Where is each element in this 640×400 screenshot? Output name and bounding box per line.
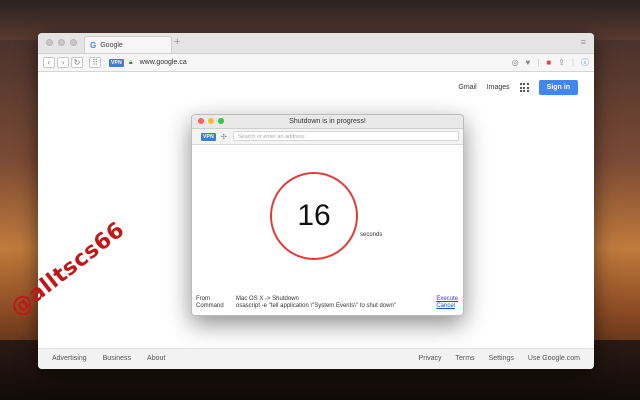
tab-menu-icon[interactable]: ≡ — [581, 37, 586, 47]
dialog-minimize-button[interactable] — [208, 118, 214, 124]
from-value: Mac OS X -> Shutdown — [236, 296, 299, 302]
footer-link-terms[interactable]: Terms — [456, 355, 475, 362]
tab-bar: G Google + ≡ — [38, 33, 594, 54]
footer-link-settings[interactable]: Settings — [489, 355, 514, 362]
footer-link-advertising[interactable]: Advertising — [52, 355, 87, 362]
window-controls — [46, 39, 77, 46]
apps-grid-icon[interactable] — [519, 83, 529, 92]
footer-link-use-google-com[interactable]: Use Google.com — [528, 355, 580, 362]
cancel-link[interactable]: Cancel — [436, 303, 458, 310]
minimize-window-button[interactable] — [58, 39, 65, 46]
dialog-close-button[interactable] — [198, 118, 204, 124]
tab-google[interactable]: G Google — [84, 36, 172, 53]
dialog-title: Shutdown is in progress! — [289, 118, 366, 125]
share-icon[interactable]: ⇪ — [558, 58, 565, 67]
heart-icon[interactable]: ♥ — [526, 58, 531, 67]
download-icon[interactable]: ⓘ — [581, 57, 589, 68]
vpn-badge[interactable]: VPN — [109, 58, 124, 67]
shield-icon[interactable]: ◎ — [512, 58, 519, 67]
pocket-icon[interactable]: ■ — [546, 58, 551, 67]
info-labels: From Command — [196, 296, 224, 310]
images-link[interactable]: Images — [487, 84, 510, 91]
toolbar-icons: ◎ ♥ | ■ ⇪ | ⓘ — [512, 57, 589, 68]
countdown-unit: seconds — [360, 232, 383, 238]
extension-puzzle-icon[interactable]: ✣ — [221, 133, 227, 141]
dialog-zoom-button[interactable] — [218, 118, 224, 124]
google-favicon-icon: G — [90, 40, 97, 50]
dialog-search-input[interactable]: Search or enter an address — [233, 131, 459, 141]
address-bar[interactable]: www.google.ca — [140, 59, 187, 66]
lock-icon: 🔒︎ — [128, 58, 133, 66]
back-button[interactable]: ‹ — [43, 57, 55, 68]
countdown-value: 16 — [297, 199, 331, 232]
dialog-toolbar: VPN ✣ Search or enter an address — [192, 129, 463, 145]
dialog-window-controls — [198, 118, 224, 124]
google-footer: Advertising Business About Privacy Terms… — [38, 348, 594, 369]
footer-link-business[interactable]: Business — [103, 355, 131, 362]
grid-view-icon[interactable]: ⠿ — [89, 57, 101, 68]
from-label: From — [196, 296, 210, 302]
separator: | — [537, 58, 540, 67]
navigation-bar: ‹ › ↻ ⠿ VPN 🔒︎ www.google.ca ◎ ♥ | ■ ⇪ |… — [38, 54, 594, 72]
dialog-actions: Execute Cancel — [436, 296, 458, 310]
tab-title: Google — [100, 41, 123, 49]
zoom-window-button[interactable] — [70, 39, 77, 46]
command-label: Command — [196, 303, 224, 309]
gmail-link[interactable]: Gmail — [458, 84, 476, 91]
sign-in-button[interactable]: Sign in — [538, 80, 578, 95]
new-tab-plus-icon[interactable]: + — [174, 36, 180, 48]
dialog-vpn-badge[interactable]: VPN — [201, 132, 216, 141]
execute-link[interactable]: Execute — [436, 296, 458, 303]
dialog-titlebar: Shutdown is in progress! — [192, 115, 463, 129]
reload-button[interactable]: ↻ — [71, 57, 83, 68]
google-header-links: Gmail Images Sign in — [458, 80, 578, 95]
footer-link-privacy[interactable]: Privacy — [419, 355, 442, 362]
forward-button[interactable]: › — [57, 57, 69, 68]
separator-2: | — [571, 58, 574, 67]
close-window-button[interactable] — [46, 39, 53, 46]
footer-link-about[interactable]: About — [147, 355, 165, 362]
countdown-ring: 16 — [270, 172, 358, 260]
shutdown-dialog: Shutdown is in progress! VPN ✣ Search or… — [191, 114, 464, 316]
command-value: osascript -e "tell application \"System … — [236, 303, 396, 309]
info-values: Mac OS X -> Shutdown osascript -e "tell … — [236, 296, 396, 310]
